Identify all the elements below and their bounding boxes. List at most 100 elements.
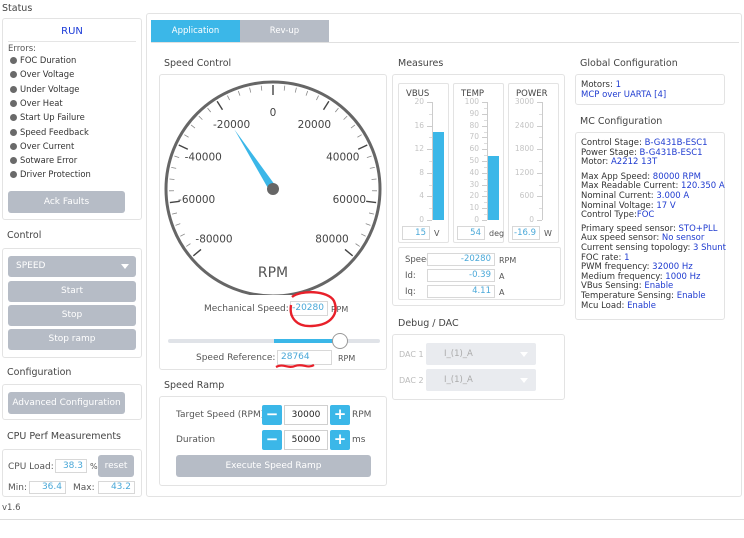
dac2-select-value: I_(1)_A bbox=[444, 375, 473, 385]
gauge-tick-label: 0 bbox=[270, 107, 277, 119]
meter-value: -16.9 bbox=[512, 226, 540, 240]
duration-increment-button[interactable]: + bbox=[330, 430, 350, 450]
speed-ramp-panel: Target Speed (RPM) − 30000 + RPM Duratio… bbox=[159, 396, 387, 486]
slider-thumb[interactable] bbox=[331, 333, 348, 349]
reading-unit: RPM bbox=[499, 256, 517, 265]
max-value: 43.2 bbox=[98, 481, 135, 494]
measures-panel: VBUS 20 16 12 8 4 0 15 V TEMP 100 90 80 70 60 50 40 30 20 1… bbox=[392, 74, 565, 306]
gauge-tick-label: 80000 bbox=[315, 233, 348, 245]
gauge-minor-tick bbox=[260, 85, 263, 91]
speed-ramp-title: Speed Ramp bbox=[164, 380, 225, 391]
error-label: Under Voltage bbox=[20, 83, 80, 94]
chevron-down-icon bbox=[520, 378, 528, 383]
gauge-tick-label: 20000 bbox=[298, 119, 331, 131]
dac2-label: DAC 2 bbox=[399, 376, 424, 385]
status-dot-icon bbox=[10, 128, 17, 136]
duration-input[interactable]: 50000 bbox=[284, 430, 328, 450]
cpu-panel: CPU Load: 38.3 % reset Min: 36.4 Max: 43… bbox=[2, 449, 142, 497]
meter-value: 54 bbox=[457, 226, 485, 240]
gauge-tick-label: -20000 bbox=[213, 119, 250, 131]
tab-application[interactable]: Application bbox=[151, 20, 240, 42]
bottom-divider bbox=[0, 519, 744, 520]
rpm-gauge: -80000 -60000 -40000 -20000 0 20000 40000 60000… bbox=[164, 80, 382, 295]
stop-button[interactable]: Stop bbox=[8, 305, 136, 326]
advanced-configuration-button[interactable]: Advanced Configuration bbox=[8, 392, 125, 414]
gauge-tick-label: -80000 bbox=[195, 233, 232, 245]
target-speed-increment-button[interactable]: + bbox=[330, 405, 350, 425]
error-label: Over Current bbox=[20, 140, 75, 151]
reset-button[interactable]: reset bbox=[98, 455, 134, 477]
gauge-tick-label: 40000 bbox=[326, 151, 359, 163]
tab-underline bbox=[151, 42, 739, 43]
meter-tick-label: 60 bbox=[469, 144, 479, 154]
dac1-select[interactable]: I_(1)_A bbox=[426, 343, 536, 365]
target-speed-input[interactable]: 30000 bbox=[284, 405, 328, 425]
error-item: Over Current bbox=[10, 141, 74, 151]
global-config-panel: Motors: 1 MCP over UARTA [4] bbox=[575, 74, 725, 105]
cpu-load-value: 38.3 bbox=[55, 459, 87, 473]
meter-tick-label: 100 bbox=[464, 97, 479, 106]
error-item: Speed Feedback bbox=[10, 127, 89, 137]
meter-unit: W bbox=[544, 229, 552, 238]
meter-tick bbox=[482, 220, 487, 221]
debug-title: Debug / DAC bbox=[398, 318, 459, 329]
mc-config-line: Control Type:FOC bbox=[581, 210, 655, 221]
meter-tick-label: 8 bbox=[419, 167, 424, 177]
status-dot-icon bbox=[10, 71, 17, 79]
annotation-circle bbox=[289, 291, 337, 328]
error-item: Sotware Error bbox=[10, 155, 77, 165]
meter-vbus: VBUS 20 16 12 8 4 0 15 V bbox=[398, 83, 449, 243]
chevron-down-icon bbox=[520, 352, 528, 357]
dac1-label: DAC 1 bbox=[399, 350, 424, 359]
meter-tick bbox=[537, 220, 542, 221]
ack-faults-button[interactable]: Ack Faults bbox=[8, 191, 125, 213]
error-label: Over Voltage bbox=[20, 69, 75, 80]
dac1-select-value: I_(1)_A bbox=[444, 349, 473, 359]
execute-speed-ramp-button[interactable]: Execute Speed Ramp bbox=[176, 455, 371, 477]
meter-bar bbox=[488, 156, 499, 220]
target-speed-decrement-button[interactable]: − bbox=[262, 405, 282, 425]
gauge-hub bbox=[267, 183, 279, 195]
chevron-down-icon bbox=[121, 264, 129, 269]
meter-value: 15 bbox=[402, 226, 430, 240]
error-label: Driver Protection bbox=[20, 169, 91, 180]
tab-rev-up[interactable]: Rev-up bbox=[240, 20, 329, 42]
control-title: Control bbox=[7, 230, 42, 241]
dac2-select[interactable]: I_(1)_A bbox=[426, 369, 536, 391]
mc-config-panel: Control Stage: B-G431B-ESC1 Power Stage: … bbox=[575, 132, 726, 320]
meter-bar bbox=[433, 131, 444, 220]
duration-unit: ms bbox=[352, 435, 366, 445]
measures-title: Measures bbox=[398, 58, 444, 69]
stop-ramp-button[interactable]: Stop ramp bbox=[8, 329, 136, 350]
meter-tick-label: 3000 bbox=[514, 97, 534, 106]
target-speed-unit: RPM bbox=[352, 410, 372, 420]
debug-panel: DAC 1 I_(1)_A DAC 2 I_(1)_A bbox=[392, 334, 565, 400]
reading-value: -20280 bbox=[427, 253, 495, 266]
reading-unit: A bbox=[499, 288, 505, 297]
error-item: FOC Duration bbox=[10, 55, 76, 65]
gauge-tick-label: -60000 bbox=[178, 194, 215, 206]
speed-slider[interactable] bbox=[168, 333, 380, 349]
duration-decrement-button[interactable]: − bbox=[262, 430, 282, 450]
meter-tick-label: 1800 bbox=[514, 144, 534, 154]
meter-tick-label: 20 bbox=[469, 191, 479, 201]
error-item: Over Heat bbox=[10, 98, 63, 108]
speed-reference-label: Speed Reference: bbox=[196, 353, 276, 363]
error-label: FOC Duration bbox=[20, 55, 77, 65]
reading-label: Iq: bbox=[405, 287, 416, 297]
global-config-title: Global Configuration bbox=[580, 58, 678, 69]
mc-config-lines: Control Stage: B-G431B-ESC1 Power Stage: … bbox=[581, 138, 726, 311]
error-item: Driver Protection bbox=[10, 169, 91, 179]
errors-label: Errors: bbox=[8, 44, 37, 54]
error-label: Start Up Failure bbox=[20, 112, 85, 123]
mode-select[interactable]: SPEED bbox=[8, 256, 136, 277]
min-label: Min: bbox=[8, 483, 28, 493]
meter-power: POWER 3000 2400 1800 1200 600 0 -16.9 W bbox=[508, 83, 559, 243]
status-dot-icon bbox=[10, 57, 17, 64]
start-button[interactable]: Start bbox=[8, 281, 136, 302]
status-dot-icon bbox=[10, 99, 17, 107]
version-label: v1.6 bbox=[2, 503, 21, 513]
meter-tick-label: 2400 bbox=[514, 120, 534, 130]
status-dot-icon bbox=[10, 171, 17, 179]
speed-control-panel: -80000 -60000 -40000 -20000 0 20000 40000 60000… bbox=[159, 74, 387, 370]
